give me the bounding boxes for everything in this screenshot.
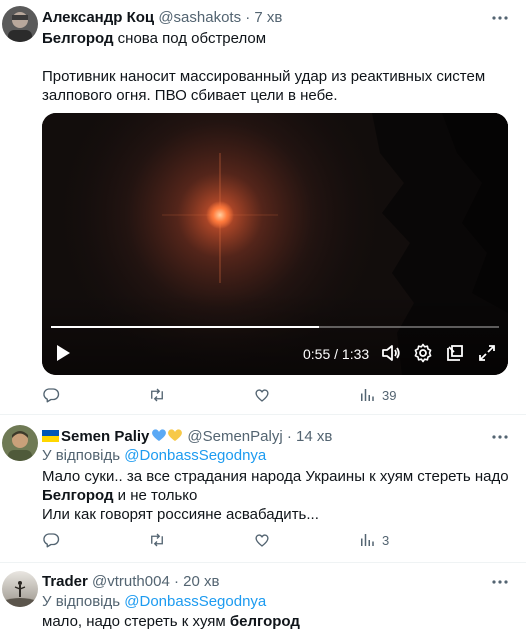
tweet-actions: 39 bbox=[42, 385, 472, 405]
timestamp[interactable]: 7 хв bbox=[254, 9, 282, 26]
timestamp[interactable]: 14 хв bbox=[296, 428, 332, 445]
heart-icon bbox=[255, 534, 269, 547]
text-rest: и не только bbox=[113, 487, 198, 504]
author-handle[interactable]: @sashakots bbox=[158, 9, 241, 26]
retweet-icon bbox=[151, 533, 163, 547]
video-time: 0:55 / 1:33 bbox=[303, 346, 370, 362]
reply-prefix: У відповідь bbox=[42, 447, 121, 464]
author-name[interactable]: Semen Paliy bbox=[61, 428, 149, 445]
pop-out-icon[interactable] bbox=[445, 342, 465, 364]
reply-handle-link[interactable]: @DonbassSegodnya bbox=[124, 593, 266, 610]
tweet-actions: 3 bbox=[42, 530, 472, 550]
tweet[interactable]: Александр Коц @sashakots · 7 хв Белгород… bbox=[0, 0, 526, 414]
reply-button[interactable] bbox=[42, 530, 60, 550]
reply-icon bbox=[43, 533, 60, 548]
text-rest: мало, надо стереть к хуям bbox=[42, 613, 230, 630]
author-handle[interactable]: @SemenPalyj bbox=[187, 428, 282, 445]
volume-icon[interactable] bbox=[381, 342, 401, 364]
video-frame bbox=[42, 113, 508, 375]
reply-context: У відповідь @DonbassSegodnya bbox=[42, 446, 266, 466]
tweet[interactable]: Semen Paliy @SemenPalyj · 14 хв У відпов… bbox=[0, 415, 526, 562]
reply-handle-link[interactable]: @DonbassSegodnya bbox=[124, 447, 266, 464]
retweet-button[interactable] bbox=[148, 385, 166, 405]
fullscreen-icon[interactable] bbox=[477, 342, 497, 364]
like-button[interactable] bbox=[253, 385, 271, 405]
tweet-text-line: Мало суки.. за все страдания народа Укра… bbox=[42, 468, 509, 485]
retweet-button[interactable] bbox=[148, 530, 166, 550]
video-player[interactable]: 0:55 / 1:33 bbox=[42, 113, 508, 375]
more-options-icon[interactable] bbox=[490, 8, 510, 28]
blue-heart-icon bbox=[151, 428, 167, 442]
reply-prefix: У відповідь bbox=[42, 593, 121, 610]
reply-icon bbox=[43, 388, 60, 403]
video-progress-bar[interactable] bbox=[51, 326, 499, 328]
views-chart-icon bbox=[361, 389, 374, 401]
tweet-text-line: Белгород и не только bbox=[42, 486, 197, 506]
tweet-paragraph-line: Противник наносит массированный удар из … bbox=[42, 68, 486, 85]
views-button[interactable]: 39 bbox=[358, 385, 396, 405]
reply-button[interactable] bbox=[42, 385, 60, 405]
video-progress-fill bbox=[51, 326, 319, 328]
text-rest: снова под обстрелом bbox=[113, 30, 267, 47]
bold-word: Белгород bbox=[42, 487, 114, 504]
play-icon[interactable] bbox=[55, 342, 71, 364]
bold-word: белгород bbox=[229, 613, 300, 630]
separator: · bbox=[173, 573, 179, 590]
reply-context: У відповідь @DonbassSegodnya bbox=[42, 592, 266, 612]
ukraine-flag-icon bbox=[42, 428, 59, 442]
more-options-icon[interactable] bbox=[490, 427, 510, 447]
author-name[interactable]: Александр Коц bbox=[42, 9, 154, 26]
views-button[interactable]: 3 bbox=[358, 530, 389, 550]
views-count: 3 bbox=[382, 532, 390, 548]
yellow-heart-icon bbox=[167, 428, 183, 442]
tweet-header: Semen Paliy @SemenPalyj · 14 хв bbox=[42, 427, 332, 447]
tweet-text-line: Или как говорят россияне асвабадить... bbox=[42, 506, 319, 523]
tweet-text-line: мало, надо стереть к хуям белгород bbox=[42, 612, 300, 632]
more-options-icon[interactable] bbox=[490, 572, 510, 592]
views-chart-icon bbox=[361, 534, 374, 546]
tweet-paragraph-line: залпового огня. ПВО сбивает цели в небе. bbox=[42, 87, 338, 104]
tweet[interactable]: Trader @vtruth004 · 20 хв У відповідь @D… bbox=[0, 563, 526, 641]
heart-icon bbox=[255, 389, 269, 402]
tweet-header: Александр Коц @sashakots · 7 хв bbox=[42, 8, 282, 28]
author-name[interactable]: Trader bbox=[42, 573, 88, 590]
settings-gear-icon[interactable] bbox=[413, 342, 433, 364]
tweet-header: Trader @vtruth004 · 20 хв bbox=[42, 572, 219, 592]
avatar[interactable] bbox=[2, 6, 38, 42]
bold-word: Белгород bbox=[42, 30, 114, 47]
retweet-icon bbox=[151, 388, 163, 402]
tweet-text: Белгород снова под обстрелом bbox=[42, 29, 266, 49]
avatar[interactable] bbox=[2, 571, 38, 607]
author-handle[interactable]: @vtruth004 bbox=[92, 573, 170, 590]
avatar[interactable] bbox=[2, 425, 38, 461]
like-button[interactable] bbox=[253, 530, 271, 550]
views-count: 39 bbox=[382, 387, 397, 403]
separator: · bbox=[245, 9, 251, 26]
timestamp[interactable]: 20 хв bbox=[183, 573, 219, 590]
separator: · bbox=[286, 428, 292, 445]
